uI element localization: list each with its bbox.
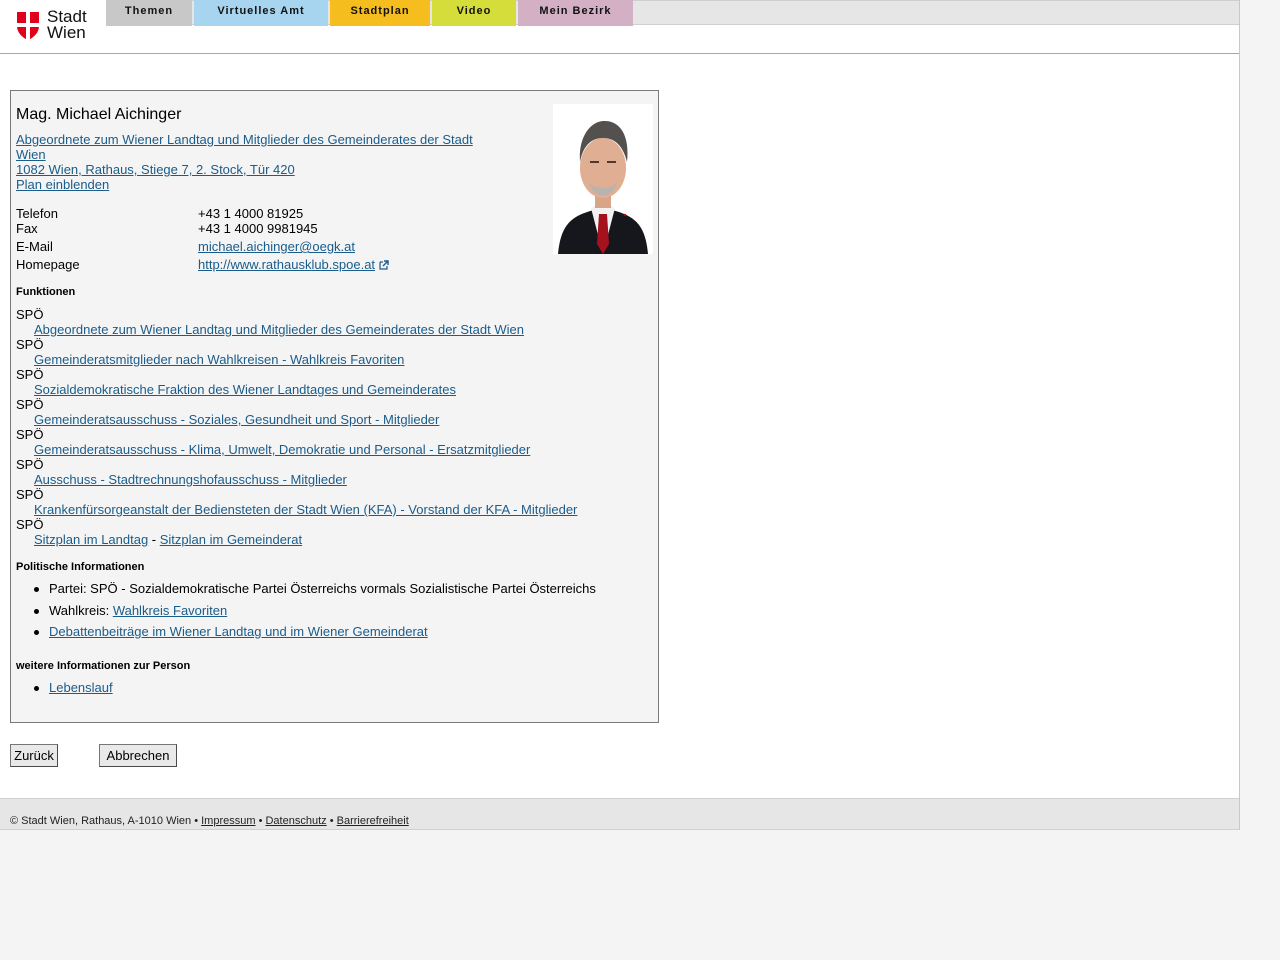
function-link[interactable]: Gemeinderatsausschuss - Soziales, Gesund… <box>34 412 439 427</box>
debates-link[interactable]: Debattenbeiträge im Wiener Landtag und i… <box>49 624 428 639</box>
group-link[interactable]: Abgeordnete zum Wiener Landtag und Mitgl… <box>16 132 486 162</box>
back-button[interactable]: Zurück <box>10 744 58 767</box>
seat-plan-separator: - <box>148 532 160 547</box>
tab-virtuelles-amt[interactable]: Virtuelles Amt <box>194 0 328 26</box>
seat-plan-gemeinderat-link[interactable]: Sitzplan im Gemeinderat <box>160 532 302 547</box>
portrait-image <box>553 104 653 254</box>
person-photo <box>553 104 653 254</box>
map-link[interactable]: Plan einblenden <box>16 177 486 192</box>
group-link-line-1: Abgeordnete zum Wiener Landtag und Mitgl… <box>16 132 473 147</box>
more-info-heading: weitere Informationen zur Person <box>16 660 191 672</box>
fax-label: Fax <box>16 221 38 236</box>
phone-value: +43 1 4000 81925 <box>198 206 304 221</box>
site-footer: © Stadt Wien, Rathaus, A-1010 Wien • Imp… <box>0 798 1239 830</box>
address-link[interactable]: 1082 Wien, Rathaus, Stiege 7, 2. Stock, … <box>16 162 486 177</box>
person-card: Mag. Michael Aichinger Abgeordnete zum W… <box>10 90 659 723</box>
cv-link[interactable]: Lebenslauf <box>49 680 113 695</box>
phone-label: Telefon <box>16 206 58 221</box>
homepage-link[interactable]: http://www.rathausklub.spoe.at <box>198 257 375 272</box>
list-item: Partei: SPÖ - Sozialdemokratische Partei… <box>16 581 596 596</box>
homepage-value: http://www.rathausklub.spoe.at <box>198 257 389 272</box>
function-link[interactable]: Krankenfürsorgeanstalt der Bediensteten … <box>34 502 577 517</box>
wien-shield-icon <box>17 12 39 40</box>
function-party: SPÖ <box>16 367 44 382</box>
function-link[interactable]: Gemeinderatsmitglieder nach Wahlkreisen … <box>34 352 404 367</box>
function-party: SPÖ <box>16 307 44 322</box>
external-link-icon[interactable] <box>379 260 389 270</box>
seating-plans: Sitzplan im Landtag - Sitzplan im Gemein… <box>34 532 302 547</box>
logo-line-2: Wien <box>47 23 86 42</box>
barrierefreiheit-link[interactable]: Barrierefreiheit <box>337 815 409 827</box>
footer-separator: • <box>326 815 337 827</box>
function-party: SPÖ <box>16 517 44 532</box>
tab-themen[interactable]: Themen <box>106 0 192 26</box>
logo-text: Stadt Wien <box>47 8 87 42</box>
function-link[interactable]: Sozialdemokratische Fraktion des Wiener … <box>34 382 456 397</box>
homepage-label: Homepage <box>16 257 80 272</box>
cancel-button[interactable]: Abbrechen <box>99 744 177 767</box>
function-party: SPÖ <box>16 337 44 352</box>
function-link[interactable]: Abgeordnete zum Wiener Landtag und Mitgl… <box>34 322 524 337</box>
seat-plan-landtag-link[interactable]: Sitzplan im Landtag <box>34 532 148 547</box>
list-item: Wahlkreis: Wahlkreis Favoriten <box>16 603 227 618</box>
stadt-wien-logo[interactable]: Stadt Wien <box>16 8 92 42</box>
political-heading: Politische Informationen <box>16 561 145 573</box>
list-item: Debattenbeiträge im Wiener Landtag und i… <box>16 624 428 639</box>
district-link[interactable]: Wahlkreis Favoriten <box>113 603 227 618</box>
list-item: Lebenslauf <box>16 680 113 695</box>
copyright-text: © Stadt Wien, Rathaus, A-1010 Wien • <box>10 815 202 827</box>
function-party: SPÖ <box>16 427 44 442</box>
group-link-line-2: Wien <box>16 147 46 162</box>
functions-heading: Funktionen <box>16 286 76 298</box>
tab-mein-bezirk[interactable]: Mein Bezirk <box>518 0 633 26</box>
function-party: SPÖ <box>16 457 44 472</box>
function-party: SPÖ <box>16 397 44 412</box>
site-header: Stadt Wien Themen Virtuelles Amt Stadtpl… <box>0 0 1239 54</box>
impressum-link[interactable]: Impressum <box>201 815 255 827</box>
function-party: SPÖ <box>16 487 44 502</box>
footer-text: © Stadt Wien, Rathaus, A-1010 Wien • Imp… <box>10 815 409 827</box>
party-text: Partei: SPÖ - Sozialdemokratische Partei… <box>49 581 596 596</box>
tab-video[interactable]: Video <box>432 0 516 26</box>
datenschutz-link[interactable]: Datenschutz <box>265 815 326 827</box>
function-link[interactable]: Gemeinderatsausschuss - Klima, Umwelt, D… <box>34 442 530 457</box>
function-link[interactable]: Ausschuss - Stadtrechnungshofausschuss -… <box>34 472 347 487</box>
email-link[interactable]: michael.aichinger@oegk.at <box>198 239 355 254</box>
fax-value: +43 1 4000 9981945 <box>198 221 318 236</box>
district-label: Wahlkreis: <box>49 603 113 618</box>
email-label: E-Mail <box>16 239 53 254</box>
tab-stadtplan[interactable]: Stadtplan <box>330 0 430 26</box>
footer-separator: • <box>255 815 266 827</box>
person-name: Mag. Michael Aichinger <box>16 106 182 123</box>
address-block: Abgeordnete zum Wiener Landtag und Mitgl… <box>16 132 486 192</box>
